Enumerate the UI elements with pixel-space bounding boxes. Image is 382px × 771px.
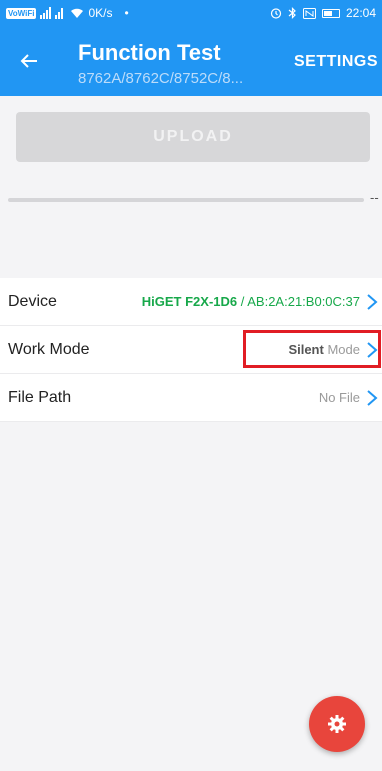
status-dot: • <box>124 6 129 20</box>
page-title: Function Test <box>78 40 221 65</box>
nfc-icon <box>302 7 316 19</box>
work-mode-label: Work Mode <box>8 340 90 358</box>
settings-fab[interactable] <box>309 696 365 752</box>
work-mode-suffix: Mode <box>327 342 360 357</box>
back-button[interactable] <box>14 46 44 76</box>
alarm-icon <box>270 8 282 19</box>
list-item-device[interactable]: Device HiGET F2X-1D6 / AB:2A:21:B0:0C:37 <box>0 278 382 326</box>
network-speed: 0K/s <box>88 6 113 20</box>
gear-icon <box>328 715 346 733</box>
wifi-icon <box>71 8 84 18</box>
device-name: HiGET F2X-1D6 <box>141 294 238 309</box>
device-address: AB:2A:21:B0:0C:37 <box>247 294 360 309</box>
chevron-right-icon <box>367 341 378 358</box>
file-path-value: No File <box>318 390 360 405</box>
list-item-work-mode[interactable]: Work Mode Silent Mode <box>0 326 382 374</box>
work-mode-value: Silent <box>288 342 324 357</box>
upload-button[interactable]: UPLOAD <box>16 112 370 162</box>
settings-button[interactable]: SETTINGS <box>294 53 378 71</box>
progress-text: -- <box>370 190 379 205</box>
progress-bar <box>8 198 364 202</box>
device-label: Device <box>8 292 57 310</box>
clock: 22:04 <box>345 6 376 20</box>
list-item-file-path[interactable]: File Path No File <box>0 374 382 422</box>
device-separator: / <box>237 294 248 309</box>
battery-icon <box>321 8 340 18</box>
vowifi-badge: VoWiFi <box>6 7 37 19</box>
page-subtitle: 8762A/8762C/8752C/8... <box>78 70 244 87</box>
file-path-label: File Path <box>8 388 72 406</box>
chevron-right-icon <box>367 389 378 406</box>
status-bar: VoWiFi 0K/s • 22:04 <box>0 0 382 26</box>
settings-list: Device HiGET F2X-1D6 / AB:2A:21:B0:0C:37… <box>0 278 382 422</box>
bluetooth-icon <box>288 7 296 19</box>
app-toolbar: Function Test 8762A/8762C/8752C/8... SET… <box>0 26 382 96</box>
signal-icon <box>40 7 64 19</box>
chevron-right-icon <box>367 293 378 310</box>
back-arrow-icon <box>20 54 37 68</box>
